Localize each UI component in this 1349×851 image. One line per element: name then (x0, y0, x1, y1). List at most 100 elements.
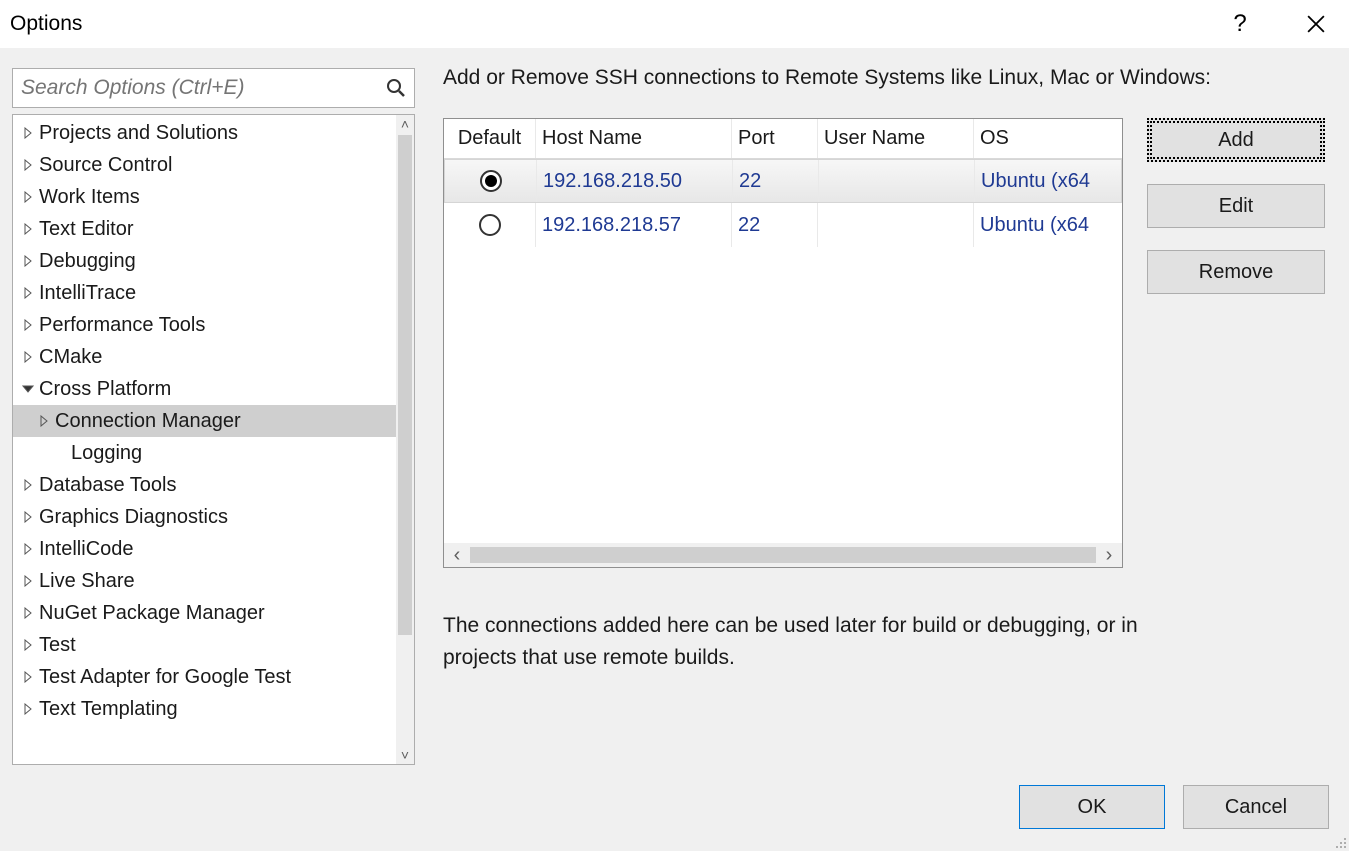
tree-item-label: Text Templating (39, 698, 178, 721)
grid-hscrollbar[interactable]: ‹ › (444, 543, 1122, 567)
chevron-down-icon (23, 383, 37, 395)
scroll-up-icon[interactable]: ˄ (396, 115, 414, 133)
chevron-right-icon (39, 415, 53, 427)
ok-button[interactable]: OK (1019, 785, 1165, 829)
default-cell[interactable] (444, 203, 536, 247)
scroll-right-icon[interactable]: › (1100, 544, 1118, 567)
tree-item[interactable]: Debugging (13, 245, 396, 277)
port-cell: 22 (733, 160, 819, 202)
search-input[interactable] (21, 76, 386, 100)
col-os[interactable]: OS (974, 119, 1122, 158)
tree-item-label: Test Adapter for Google Test (39, 666, 291, 689)
tree-item[interactable]: Database Tools (13, 469, 396, 501)
options-dialog: Options ? Projects and Solutions Source C… (0, 0, 1349, 851)
add-button[interactable]: Add (1147, 118, 1325, 162)
cancel-button[interactable]: Cancel (1183, 785, 1329, 829)
tree-item-label: IntelliTrace (39, 282, 136, 305)
tree-item[interactable]: Graphics Diagnostics (13, 501, 396, 533)
os-cell: Ubuntu (x64 (975, 160, 1121, 202)
chevron-right-icon (23, 671, 37, 683)
tree-item[interactable]: NuGet Package Manager (13, 597, 396, 629)
host-cell: 192.168.218.50 (537, 160, 733, 202)
help-button[interactable]: ? (1217, 1, 1263, 47)
chevron-right-icon (23, 191, 37, 203)
tree-item[interactable]: Live Share (13, 565, 396, 597)
chevron-right-icon (23, 287, 37, 299)
col-default[interactable]: Default (444, 119, 536, 158)
close-icon (1307, 15, 1325, 33)
tree-item[interactable]: Cross Platform (13, 373, 396, 405)
col-user[interactable]: User Name (818, 119, 974, 158)
tree-item-label: Connection Manager (55, 410, 241, 433)
os-cell: Ubuntu (x64 (974, 203, 1122, 247)
table-row[interactable]: 192.168.218.5022 Ubuntu (x64 (444, 159, 1122, 203)
dialog-footer: OK Cancel (0, 777, 1349, 851)
tree-item[interactable]: IntelliCode (13, 533, 396, 565)
tree-item[interactable]: Source Control (13, 149, 396, 181)
chevron-right-icon (23, 255, 37, 267)
scroll-left-icon[interactable]: ‹ (448, 544, 466, 567)
tree-item-label: CMake (39, 346, 102, 369)
chevron-right-icon (23, 159, 37, 171)
grid-header: Default Host Name Port User Name OS (444, 119, 1122, 159)
tree-item-label: Performance Tools (39, 314, 205, 337)
tree-item-label: Test (39, 634, 76, 657)
table-row[interactable]: 192.168.218.5722 Ubuntu (x64 (444, 203, 1122, 247)
tree-item-label: Source Control (39, 154, 172, 177)
tree-item-label: Graphics Diagnostics (39, 506, 228, 529)
tree-item[interactable]: CMake (13, 341, 396, 373)
remove-button[interactable]: Remove (1147, 250, 1325, 294)
scroll-thumb[interactable] (398, 135, 412, 635)
radio-icon[interactable] (480, 170, 502, 192)
tree-item-label: Live Share (39, 570, 135, 593)
col-host[interactable]: Host Name (536, 119, 732, 158)
page-footer-text: The connections added here can be used l… (443, 610, 1203, 673)
tree-item-label: Debugging (39, 250, 136, 273)
page-heading: Add or Remove SSH connections to Remote … (443, 66, 1325, 90)
tree-item[interactable]: Text Templating (13, 693, 396, 725)
tree-item-label: Text Editor (39, 218, 133, 241)
chevron-right-icon (23, 319, 37, 331)
tree-item[interactable]: Connection Manager (13, 405, 396, 437)
chevron-right-icon (23, 543, 37, 555)
tree-item-label: IntelliCode (39, 538, 134, 561)
resize-grip-icon[interactable] (1331, 833, 1347, 849)
search-options-field[interactable] (12, 68, 415, 108)
default-cell[interactable] (445, 160, 537, 202)
titlebar: Options ? (0, 0, 1349, 48)
tree-item[interactable]: IntelliTrace (13, 277, 396, 309)
tree-item-label: Cross Platform (39, 378, 171, 401)
close-button[interactable] (1293, 1, 1339, 47)
tree-item-label: Projects and Solutions (39, 122, 238, 145)
tree-item-label: NuGet Package Manager (39, 602, 265, 625)
tree-item[interactable]: Projects and Solutions (13, 117, 396, 149)
col-port[interactable]: Port (732, 119, 818, 158)
radio-icon[interactable] (479, 214, 501, 236)
action-buttons: Add Edit Remove (1147, 118, 1325, 568)
chevron-right-icon (23, 607, 37, 619)
chevron-right-icon (23, 639, 37, 651)
tree-item[interactable]: Work Items (13, 181, 396, 213)
dialog-title: Options (10, 12, 82, 36)
tree-item[interactable]: Text Editor (13, 213, 396, 245)
tree-scrollbar[interactable]: ˄ ˅ (396, 115, 414, 764)
port-cell: 22 (732, 203, 818, 247)
tree-item-label: Database Tools (39, 474, 177, 497)
tree-item[interactable]: Logging (13, 437, 396, 469)
chevron-right-icon (23, 511, 37, 523)
tree-item-label: Logging (71, 442, 142, 465)
chevron-right-icon (23, 575, 37, 587)
chevron-right-icon (23, 479, 37, 491)
edit-button[interactable]: Edit (1147, 184, 1325, 228)
tree-item[interactable]: Test (13, 629, 396, 661)
chevron-right-icon (23, 223, 37, 235)
tree-item[interactable]: Test Adapter for Google Test (13, 661, 396, 693)
host-cell: 192.168.218.57 (536, 203, 732, 247)
hscroll-thumb[interactable] (470, 547, 1096, 563)
tree-item[interactable]: Performance Tools (13, 309, 396, 341)
user-cell (818, 203, 974, 247)
chevron-right-icon (23, 351, 37, 363)
chevron-right-icon (23, 703, 37, 715)
scroll-down-icon[interactable]: ˅ (396, 746, 414, 764)
tree-item-label: Work Items (39, 186, 140, 209)
